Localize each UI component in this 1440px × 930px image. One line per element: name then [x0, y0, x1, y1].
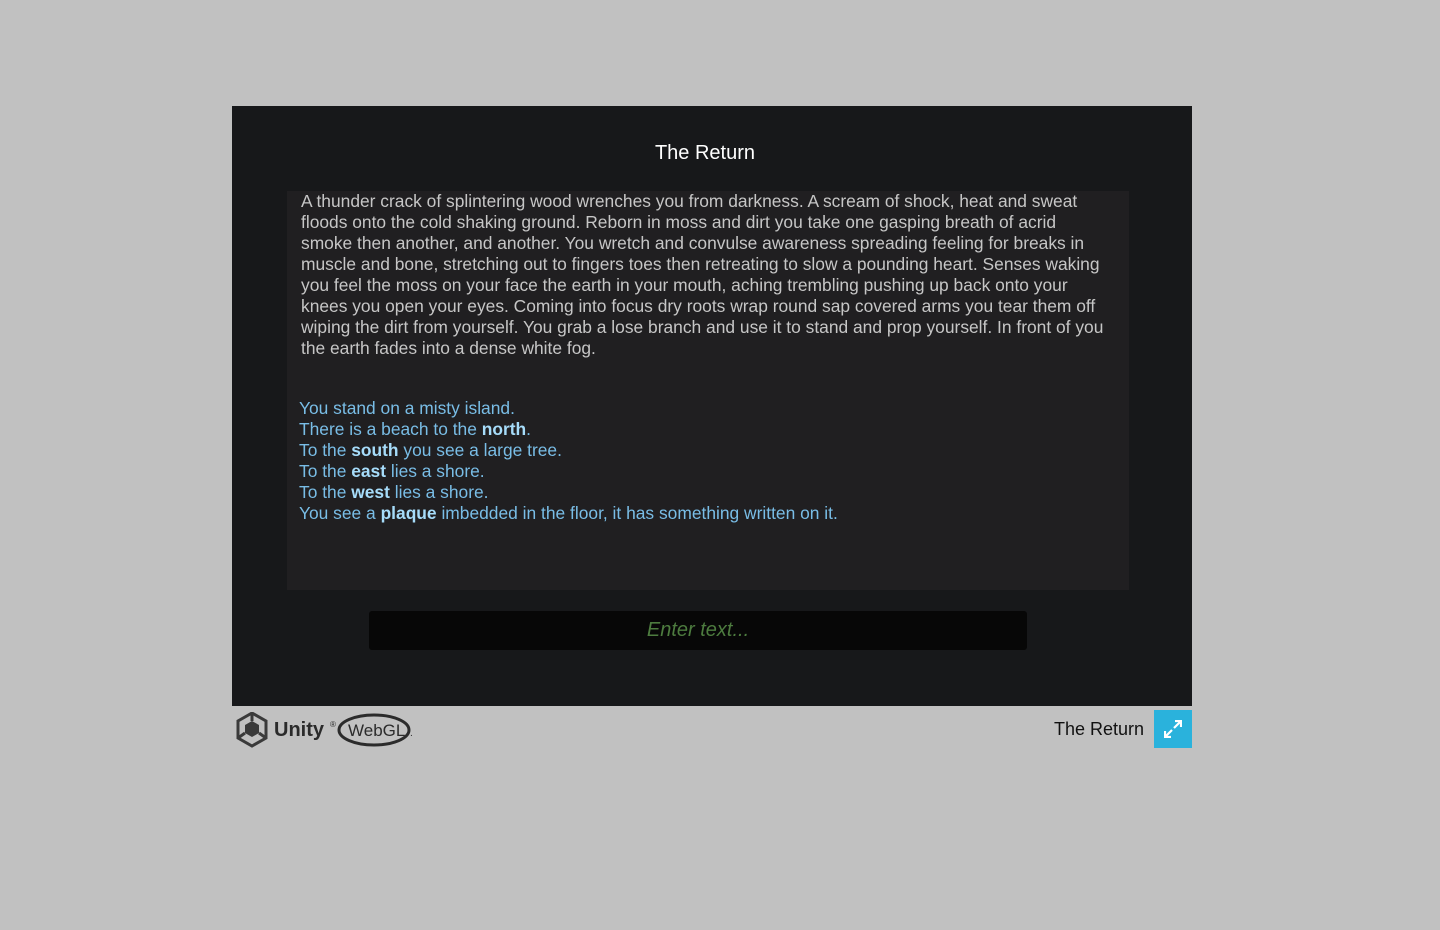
room-line: You stand on a misty island.: [299, 398, 515, 418]
game-title: The Return: [654, 142, 756, 164]
keyword-plaque: plaque: [380, 503, 437, 523]
keyword-north: north: [481, 419, 527, 439]
unity-footer: Unity ® WebGL . The Return: [232, 706, 1192, 748]
intro-text: A thunder crack of splintering wood wren…: [301, 191, 1104, 358]
room-line: You see a plaque imbedded in the floor, …: [299, 503, 838, 523]
room-description: You stand on a misty island. There is a …: [299, 398, 1109, 524]
room-line: To the west lies a shore.: [299, 482, 489, 502]
unity-cube-icon: [236, 711, 268, 748]
room-line: There is a beach to the north.: [299, 419, 531, 439]
fullscreen-button[interactable]: [1154, 710, 1192, 748]
unity-webgl-logo: Unity ® WebGL .: [236, 711, 416, 748]
build-title: The Return: [1053, 719, 1144, 739]
keyword-west: west: [351, 482, 390, 502]
unity-container: The Return A thunder crack of splinterin…: [232, 106, 1192, 706]
unity-wordmark: Unity: [274, 719, 325, 741]
room-line: To the east lies a shore.: [299, 461, 485, 481]
expand-arrows-icon: [1164, 720, 1182, 738]
svg-text:®: ®: [330, 720, 336, 729]
room-line: To the south you see a large tree.: [299, 440, 562, 460]
game-canvas[interactable]: The Return A thunder crack of splinterin…: [232, 106, 1192, 706]
svg-text:.: .: [410, 728, 413, 739]
story-panel: A thunder crack of splintering wood wren…: [287, 191, 1129, 590]
command-input[interactable]: [369, 611, 1027, 650]
webgl-wordmark: WebGL: [348, 721, 405, 740]
keyword-south: south: [351, 440, 399, 460]
keyword-east: east: [351, 461, 387, 481]
